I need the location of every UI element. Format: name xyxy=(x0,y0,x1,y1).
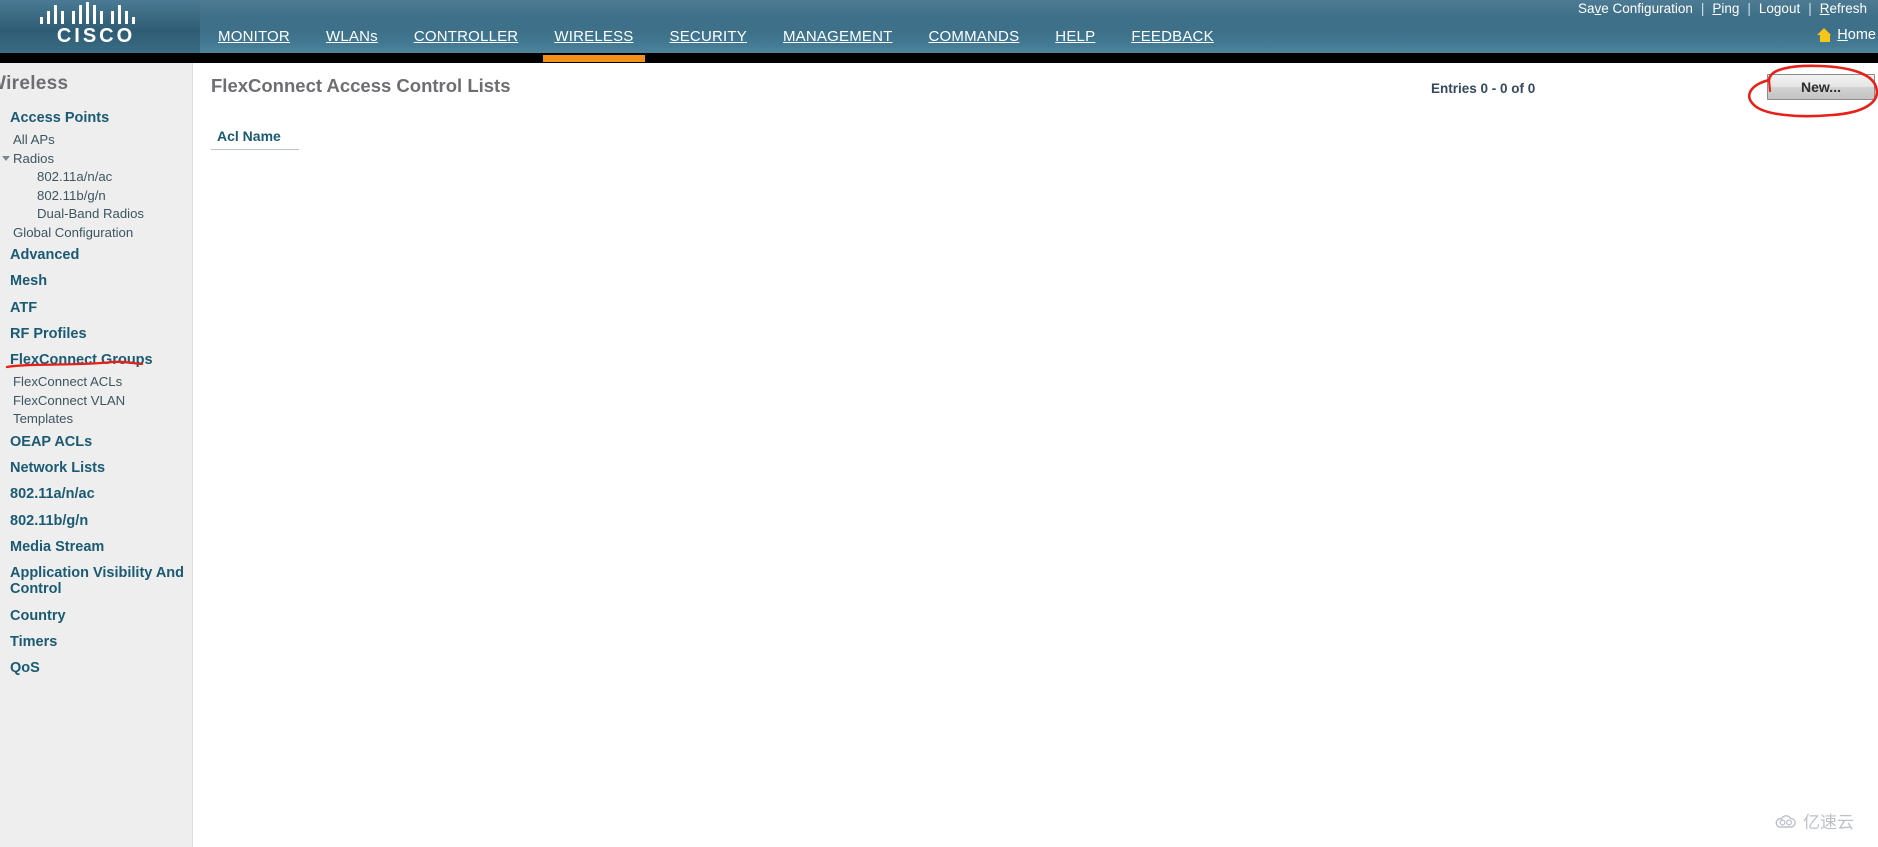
sidebar-item-label: All APs xyxy=(13,132,55,148)
cisco-wordmark: CISCO xyxy=(56,25,136,47)
cisco-logo-bars xyxy=(40,2,152,24)
nav-management[interactable]: MANAGEMENT xyxy=(765,28,911,45)
sidebar: Wireless Access Points All APs Radios 802.1… xyxy=(0,63,193,847)
sidebar-radios[interactable]: Radios xyxy=(0,150,192,169)
nav-wlans[interactable]: WLANs xyxy=(308,28,396,45)
nav-wireless[interactable]: WIRELESS xyxy=(536,28,651,45)
nav-feedback[interactable]: FEEDBACK xyxy=(1113,28,1231,45)
watermark-text: 亿速云 xyxy=(1803,813,1854,833)
sidebar-item-label: RF Profiles xyxy=(10,325,87,342)
sidebar-item-label: Network Lists xyxy=(10,460,106,477)
sidebar-item-label: FlexConnect VLAN xyxy=(13,392,126,408)
sidebar-item-label: 802.11a/n/ac xyxy=(37,169,113,185)
entries-count: Entries 0 - 0 of 0 xyxy=(1431,81,1536,96)
sidebar-all-aps[interactable]: All APs xyxy=(0,131,192,150)
main-nav: MONITOR WLANs CONTROLLER WIRELESS SECURI… xyxy=(200,28,1232,45)
sidebar-item-label: OEAP ACLs xyxy=(10,433,93,450)
sidebar-templates[interactable]: Templates xyxy=(0,410,192,429)
sidebar-item-label: Country xyxy=(10,607,66,624)
utility-separator-1: | xyxy=(1700,1,1705,16)
home-icon xyxy=(1817,28,1832,42)
active-tab-indicator xyxy=(543,55,645,62)
refresh-link[interactable]: Refresh xyxy=(1817,1,1870,16)
sidebar-access-points[interactable]: Access Points xyxy=(0,105,192,131)
home-link[interactable]: Home xyxy=(1837,27,1876,43)
ping-link[interactable]: Ping xyxy=(1709,1,1742,16)
sidebar-application-visibility-and-control[interactable]: Application Visibility And Control xyxy=(0,560,192,602)
sidebar-item-label: Mesh xyxy=(10,273,48,290)
cisco-logo: CISCO xyxy=(36,2,156,52)
nav-security[interactable]: SECURITY xyxy=(652,28,765,45)
sidebar-flexconnect-vlan[interactable]: FlexConnect VLAN xyxy=(0,392,192,411)
chevron-down-icon xyxy=(2,155,10,161)
sidebar-item-label: FlexConnect ACLs xyxy=(13,374,123,390)
new-button[interactable]: New... xyxy=(1767,74,1875,100)
sidebar-qos[interactable]: QoS xyxy=(0,655,192,681)
sidebar-rf-profiles[interactable]: RF Profiles xyxy=(0,321,192,347)
sidebar-mesh[interactable]: Mesh xyxy=(0,268,192,294)
sidebar-item-label: 802.11a/n/ac xyxy=(10,486,95,503)
sidebar-radios-802-11a-n-ac[interactable]: 802.11a/n/ac xyxy=(0,168,192,187)
nav-monitor[interactable]: MONITOR xyxy=(200,28,308,45)
sidebar-media-stream[interactable]: Media Stream xyxy=(0,534,192,560)
sidebar-item-label: Access Points xyxy=(10,110,110,126)
sidebar-timers[interactable]: Timers xyxy=(0,629,192,655)
sidebar-network-lists[interactable]: Network Lists xyxy=(0,455,192,481)
nav-controller[interactable]: CONTROLLER xyxy=(396,28,537,45)
sidebar-item-label: Application Visibility And Control xyxy=(10,565,185,598)
acl-table: Acl Name xyxy=(211,128,1861,160)
sidebar-item-label: Global Configuration xyxy=(13,224,134,240)
logout-link[interactable]: Logout xyxy=(1756,1,1803,16)
sidebar-advanced[interactable]: Advanced xyxy=(0,242,192,268)
sidebar-nav: Access Points All APs Radios 802.11a/n/ac 80… xyxy=(0,105,192,681)
watermark: 亿速云 xyxy=(1774,808,1854,833)
sidebar-item-label: Advanced xyxy=(10,247,80,264)
sidebar-item-label: 802.11b/g/n xyxy=(37,187,106,203)
sidebar-802-11b-g-n[interactable]: 802.11b/g/n xyxy=(0,508,192,534)
main-content: FlexConnect Access Control Lists Entries… xyxy=(194,63,1878,847)
sidebar-country[interactable]: Country xyxy=(0,603,192,629)
utility-separator-2: | xyxy=(1747,1,1751,16)
sidebar-item-label: Radios xyxy=(13,150,55,166)
sidebar-global-configuration[interactable]: Global Configuration xyxy=(0,224,192,243)
utility-links: Save Configuration | Ping | Logout | Refresh xyxy=(1575,1,1870,16)
nav-commands[interactable]: COMMANDS xyxy=(911,28,1038,45)
sidebar-flexconnect-acls[interactable]: FlexConnect ACLs xyxy=(0,373,192,392)
save-configuration-link[interactable]: Save Configuration xyxy=(1575,1,1696,16)
sidebar-item-label: Timers xyxy=(10,633,58,650)
sidebar-flexconnect-groups[interactable]: FlexConnect Groups xyxy=(0,347,192,373)
page-title: FlexConnect Access Control Lists xyxy=(211,75,511,96)
sidebar-item-label: Media Stream xyxy=(10,538,105,555)
sidebar-item-label: FlexConnect Groups xyxy=(10,352,153,369)
cloud-icon xyxy=(1775,814,1796,828)
sidebar-radios-802-11b-g-n[interactable]: 802.11b/g/n xyxy=(0,187,192,206)
utility-separator-3: | xyxy=(1808,1,1812,16)
sidebar-item-label: ATF xyxy=(10,299,38,316)
sidebar-item-label: 802.11b/g/n xyxy=(10,512,89,529)
sidebar-atf[interactable]: ATF xyxy=(0,295,192,321)
top-header: CISCO Save Configuration | Ping | Logout | Ref… xyxy=(0,0,1878,57)
acl-table-body xyxy=(211,150,1861,160)
sidebar-title: Wireless xyxy=(0,73,69,94)
sidebar-item-label: Dual-Band Radios xyxy=(37,206,145,222)
sidebar-802-11a-n-ac[interactable]: 802.11a/n/ac xyxy=(0,481,192,507)
sidebar-item-label: QoS xyxy=(10,660,40,677)
header-divider-bar xyxy=(0,53,1878,63)
acl-column-header-name[interactable]: Acl Name xyxy=(211,128,299,150)
sidebar-item-label: Templates xyxy=(13,411,74,427)
sidebar-dual-band-radios[interactable]: Dual-Band Radios xyxy=(0,205,192,224)
sidebar-oeap-acls[interactable]: OEAP ACLs xyxy=(0,429,192,455)
nav-help[interactable]: HELP xyxy=(1037,28,1113,45)
acl-table-header-row: Acl Name xyxy=(211,128,1861,150)
home-link-wrap[interactable]: Home xyxy=(1817,27,1876,43)
